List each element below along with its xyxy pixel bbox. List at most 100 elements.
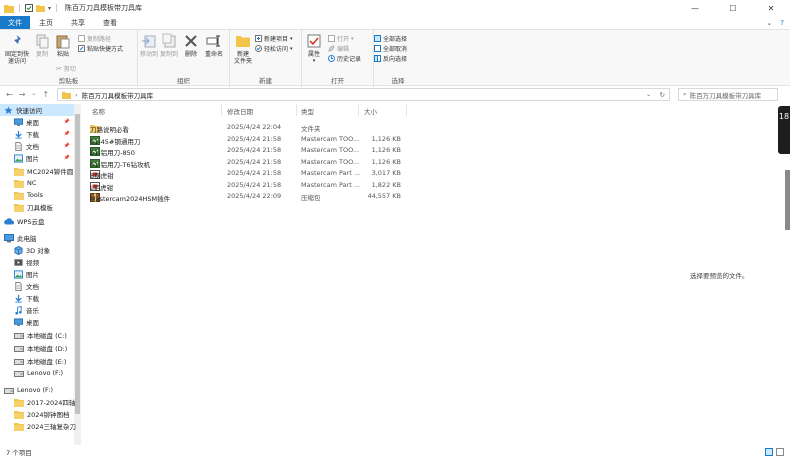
pin-quick-access-button[interactable]: 固定到快 速访问 (4, 33, 30, 65)
nav-item-label: 文档 (26, 283, 39, 291)
chevron-down-icon[interactable]: ⌄ (766, 19, 772, 27)
nav-item[interactable]: 图片 📌 (0, 152, 74, 164)
nav-item[interactable]: 视频 (0, 256, 74, 268)
minimize-button[interactable]: — (676, 0, 714, 16)
column-header-type[interactable]: 类型 (301, 106, 314, 116)
nav-item[interactable]: 2024铆钟图档 (0, 408, 74, 420)
new-folder-button[interactable]: 新建 文件夹 (232, 33, 254, 65)
nav-item[interactable]: WPS云盘 (0, 215, 74, 227)
nav-item[interactable]: 图片 (0, 268, 74, 280)
nav-item[interactable]: NC (0, 177, 74, 189)
nav-item[interactable]: 下载 (0, 292, 74, 304)
nav-item[interactable]: 2024三轴复杂刀 (0, 420, 76, 432)
nav-item[interactable]: 快速访问 (0, 104, 74, 116)
paste-shortcut-button[interactable]: 粘贴快捷方式 (78, 44, 123, 53)
back-arrow-icon[interactable]: ← (6, 90, 13, 99)
close-button[interactable]: ✕ (752, 0, 790, 16)
delete-button[interactable]: 删除 (183, 33, 199, 58)
pin-icon[interactable]: 📌 (64, 119, 70, 125)
recent-dropdown-icon[interactable]: ⌄ (31, 90, 36, 99)
nav-item[interactable]: 文档 (0, 280, 74, 292)
copy-to-button[interactable]: 复制到 (160, 33, 178, 58)
move-to-button[interactable]: 移动到 (140, 33, 158, 58)
address-dropdown-icon[interactable]: ⌄ (646, 91, 651, 98)
forward-arrow-icon[interactable]: → (19, 90, 26, 99)
large-icons-view-icon[interactable] (776, 448, 784, 456)
pin-icon[interactable]: 📌 (64, 143, 70, 149)
edge-widget[interactable]: 18 (778, 106, 790, 154)
invert-selection-button[interactable]: 反向选择 (374, 54, 407, 63)
quick-access-dropdown-icon[interactable]: ▾ (48, 5, 51, 12)
tab-view[interactable]: 查看 (94, 16, 126, 29)
edit-button[interactable]: 编辑 (328, 44, 349, 53)
details-view-icon[interactable] (765, 448, 773, 456)
nav-item[interactable]: 2017-2024四轴 (0, 396, 75, 408)
nav-item[interactable]: 下载 📌 (0, 128, 74, 140)
paste-button[interactable]: 粘贴 (54, 33, 72, 58)
open-button[interactable]: 打开 ▾ (328, 34, 354, 43)
tab-home[interactable]: 主页 (30, 16, 62, 29)
properties-button[interactable]: 属性 ▾ (305, 33, 323, 65)
file-row[interactable]: Mastercam2024HSM插件 2025/4/24 22:09 压缩包 44,5… (86, 191, 496, 203)
tab-file[interactable]: 文件 (0, 16, 30, 29)
nav-item[interactable]: 本地磁盘 (C:) (0, 329, 74, 341)
nav-item[interactable]: 桌面 (0, 316, 74, 328)
edge-handle[interactable] (785, 170, 790, 230)
pin-icon[interactable]: 📌 (64, 155, 70, 161)
nav-item[interactable]: 本地磁盘 (E:) (0, 355, 74, 367)
copy-button[interactable]: 复制 (34, 33, 50, 58)
drive-icon (14, 331, 24, 340)
pin-icon[interactable]: 📌 (64, 131, 70, 137)
file-row[interactable]: 61-铝用刀-850 2025/4/24 21:58 Mastercam TOO..… (86, 145, 496, 157)
easy-access-button[interactable]: 轻松访问 ▾ (255, 44, 293, 53)
file-row[interactable]: L铝虎钳 2025/4/24 21:58 Mastercam Part ... 1,8… (86, 180, 496, 192)
nav-item[interactable]: 3D 对象 (0, 244, 74, 256)
nav-item-label: 下载 (26, 295, 39, 303)
rename-button[interactable]: 重命名 (203, 33, 225, 58)
file-row[interactable]: 8钢虎钳 2025/4/24 21:58 Mastercam Part ... 3,0… (86, 168, 496, 180)
tab-share[interactable]: 共享 (62, 16, 94, 29)
refresh-icon[interactable]: ↻ (660, 91, 665, 99)
nav-item-label: 音乐 (26, 307, 39, 315)
nav-item[interactable]: 刀具模板 (0, 201, 74, 213)
file-row[interactable]: 61-铝用刀-T6钻攻机 2025/4/24 21:58 Mastercam TOO… (86, 157, 496, 169)
select-all-button[interactable]: 全部选择 (374, 34, 407, 43)
file-row[interactable]: 61-45#钢通用刀 2025/4/24 21:58 Mastercam TOO..… (86, 134, 496, 146)
nav-item[interactable]: Lenovo (F:) (0, 384, 74, 396)
star-icon (4, 105, 13, 115)
cut-button[interactable]: ✂ 剪切 (56, 64, 76, 74)
history-button[interactable]: 历史记录 (328, 54, 361, 63)
breadcrumb-chevron-icon[interactable]: › (75, 91, 78, 99)
new-item-button[interactable]: 新建项目 ▾ (255, 34, 293, 43)
column-separator[interactable] (358, 104, 359, 116)
copy-path-button[interactable]: 复制路径 (78, 34, 111, 43)
nav-item[interactable]: 本地磁盘 (D:) (0, 342, 74, 354)
nav-item-label: 2024铆钟图档 (27, 411, 70, 419)
properties-icon[interactable] (25, 4, 33, 12)
folder-icon (14, 203, 24, 212)
up-arrow-icon[interactable]: ↑ (42, 90, 49, 99)
address-input[interactable]: › 陈百万刀具模板带刀具库 ⌄ ↻ (57, 88, 670, 101)
nav-item[interactable]: Lenovo (F:) (0, 367, 74, 379)
file-row[interactable]: 刀路说明必看 2025/4/24 22:04 文件夹 (86, 122, 496, 134)
help-icon[interactable]: ? (780, 19, 784, 27)
breadcrumb-current[interactable]: 陈百万刀具模板带刀具库 (82, 90, 154, 100)
new-folder-icon[interactable] (36, 4, 45, 12)
column-separator[interactable] (406, 104, 407, 116)
nav-item[interactable]: 桌面 📌 (0, 116, 74, 128)
column-header-name[interactable]: 名称 (92, 106, 105, 116)
column-separator[interactable] (221, 104, 222, 116)
column-separator[interactable] (296, 104, 297, 116)
nav-scrollbar-thumb[interactable] (75, 114, 80, 414)
nav-item[interactable]: 音乐 (0, 304, 74, 316)
nav-scrollbar[interactable] (74, 104, 81, 445)
nav-item[interactable]: MC2024铆件圆 (0, 165, 74, 177)
search-input[interactable]: ⌕ 陈百万刀具模板带刀具库 (678, 88, 778, 101)
column-header-date[interactable]: 修改日期 (227, 106, 253, 116)
nav-item[interactable]: Tools (0, 189, 74, 201)
column-header-size[interactable]: 大小 (364, 106, 377, 116)
nav-item[interactable]: 此电脑 (0, 232, 74, 244)
nav-item[interactable]: 文档 📌 (0, 140, 74, 152)
maximize-button[interactable]: ☐ (714, 0, 752, 16)
select-none-button[interactable]: 全部取消 (374, 44, 407, 53)
